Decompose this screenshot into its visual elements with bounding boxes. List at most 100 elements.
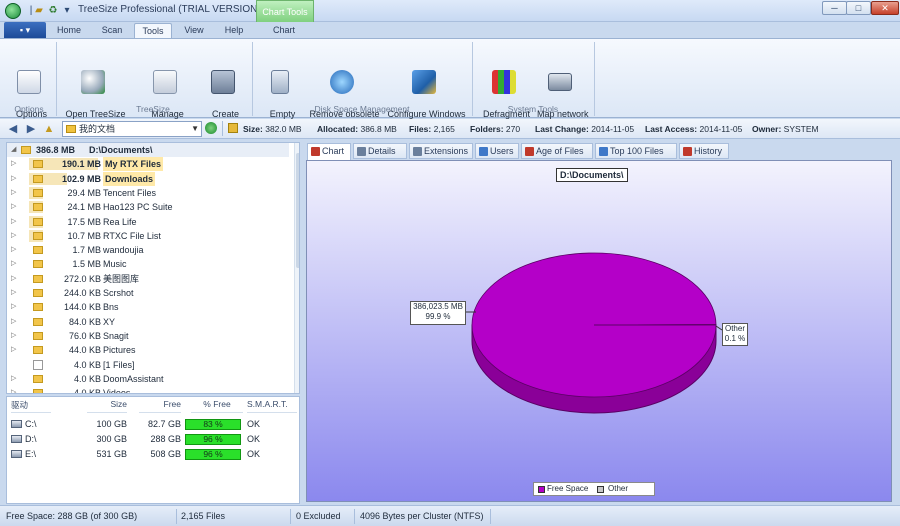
tree-row[interactable]: ▷ 272.0 KB 美图图库 [7,272,289,286]
expand-icon[interactable]: ▷ [11,300,19,314]
expand-icon[interactable]: ▷ [11,286,19,300]
folder-icon [33,289,43,297]
tab-top-100-files[interactable]: Top 100 Files [595,143,677,159]
expand-icon[interactable]: ▷ [11,200,19,214]
remove-software-icon [330,70,354,94]
up-folder-icon[interactable]: ▲ [42,122,56,136]
expand-icon[interactable]: ▷ [11,386,19,393]
folder-icon [33,203,43,212]
tree-row[interactable]: ▷ 102.9 MB Downloads [7,171,289,186]
scrollbar-thumb[interactable] [296,153,299,268]
tree-row[interactable]: ▷ 84.0 KB XY [7,315,289,329]
tree-row[interactable]: ▷ 144.0 KB Bns [7,300,289,314]
col-header-free[interactable]: Free [139,399,181,413]
col-header-smart[interactable]: S.M.A.R.T. [247,399,297,413]
ribbon-separator [252,42,253,116]
data-label-free-space: 386,023.5 MB 99.9 % [410,301,466,325]
tree-row[interactable]: ▷ 4.0 KB Videos [7,386,289,394]
tab-users[interactable]: Users [475,143,519,159]
tab-tools[interactable]: Tools [134,23,172,38]
expand-icon[interactable]: ▷ [11,372,19,386]
tree-row[interactable]: ▷ 1.7 MB wandoujia [7,243,289,257]
tab-extensions[interactable]: Extensions [409,143,473,159]
tab-chart[interactable]: Chart [262,23,306,38]
col-header-size[interactable]: Size [87,399,127,413]
expand-icon[interactable]: ▷ [11,315,19,329]
chevron-down-icon[interactable]: ▼ [191,122,199,136]
minimize-button[interactable]: ─ [822,1,847,15]
tree-row[interactable]: ▷ 4.0 KB DoomAssistant [7,372,289,386]
file-menu-button[interactable]: ▪ ▾ [4,22,46,38]
col-header-drive[interactable]: 驱动 [11,399,51,413]
maximize-button[interactable]: □ [846,1,871,15]
legend-swatch-other [597,486,604,493]
tree-row[interactable]: ▷ 29.4 MB Tencent Files [7,186,289,200]
tab-history[interactable]: History [679,143,729,159]
tab-view[interactable]: View [176,23,212,38]
tab-chart[interactable]: Chart [307,143,351,160]
legend-swatch-free-space [538,486,545,493]
tree-row[interactable]: ▷ 76.0 KB Snagit [7,329,289,343]
drive-free: 508 GB [150,449,181,459]
expand-icon[interactable]: ▷ [11,215,19,229]
tab-details[interactable]: Details [353,143,407,159]
tree-row[interactable]: ▷ 244.0 KB Scrshot [7,286,289,300]
tree-scrollbar[interactable] [294,143,299,393]
folder-tree[interactable]: ◢ 386.8 MB D:\Documents\ ▷ 190.1 MB My RTX… [6,142,300,394]
tree-row[interactable]: ▷ 10.7 MB RTXC File List [7,229,289,243]
tree-item-size: 17.5 MB [67,216,101,227]
tab-label: Age of Files [536,146,584,156]
refresh-icon[interactable] [205,122,217,134]
tree-item-name: Pictures [103,345,136,356]
tree-row[interactable]: ▷ 17.5 MB Rea Life [7,215,289,229]
col-header-pct-free[interactable]: % Free [191,399,243,413]
status-separator [354,509,355,524]
tree-item-name: Videos [103,388,131,394]
stat-last-access: Last Access: 2014-11-05 [645,124,743,134]
expand-icon[interactable]: ▷ [11,229,19,243]
tab-label: Chart [322,146,345,156]
tree-item-size: 1.5 MB [72,259,101,270]
tree-row[interactable]: ▷ 190.1 MB My RTX Files [7,157,289,172]
folder-icon [33,217,43,226]
forward-arrow-icon[interactable]: ▶ [24,122,38,136]
path-combobox[interactable]: 我的文档 ▼ [62,121,202,137]
tab-label: Details [368,146,396,156]
group-label-treesize: TreeSize [136,104,170,114]
status-cluster: 4096 Bytes per Cluster (NTFS) [360,511,484,521]
tree-item-size: 244.0 KB [63,288,101,298]
tree-row[interactable]: 4.0 KB [1 Files] [7,358,289,372]
expand-icon[interactable]: ▷ [11,343,19,357]
folder-icon [33,231,43,240]
tab-label: Top 100 Files [610,146,664,156]
tab-icon [311,147,320,156]
drive-smart-status: OK [247,419,261,429]
expand-icon[interactable]: ▷ [11,157,19,171]
tab-help[interactable]: Help [216,23,252,38]
qat-customize-icon[interactable]: ▾ [60,4,74,18]
drive-letter: C:\ [25,419,37,429]
expand-icon[interactable]: ▷ [11,272,19,286]
expand-icon[interactable]: ▷ [11,172,19,186]
ribbon-separator [594,42,595,116]
status-files: 2,165 Files [181,511,226,521]
app-logo-icon[interactable] [5,3,21,19]
close-button[interactable]: ✕ [871,1,899,15]
back-arrow-icon[interactable]: ◀ [6,122,20,136]
expand-icon[interactable]: ▷ [11,186,19,200]
tree-root-row[interactable]: ◢ 386.8 MB D:\Documents\ [7,143,289,158]
tree-row[interactable]: ▷ 44.0 KB Pictures [7,343,289,357]
qat-scan-icon[interactable]: ♻ [46,4,60,18]
tree-item-size: 144.0 KB [63,302,101,313]
expand-icon[interactable]: ▷ [11,243,19,257]
tab-home[interactable]: Home [50,23,88,38]
tree-row[interactable]: ▷ 1.5 MB Music [7,257,289,271]
tab-age-of-files[interactable]: Age of Files [521,143,593,159]
recycle-bin-icon [271,70,289,94]
qat-folder-icon[interactable]: ▰ [32,4,46,18]
expand-icon[interactable]: ▷ [11,257,19,271]
expand-icon[interactable]: ▷ [11,329,19,343]
drive-size: 531 GB [96,449,127,459]
tree-row[interactable]: ▷ 24.1 MB Hao123 PC Suite [7,200,289,214]
tab-scan[interactable]: Scan [94,23,130,38]
